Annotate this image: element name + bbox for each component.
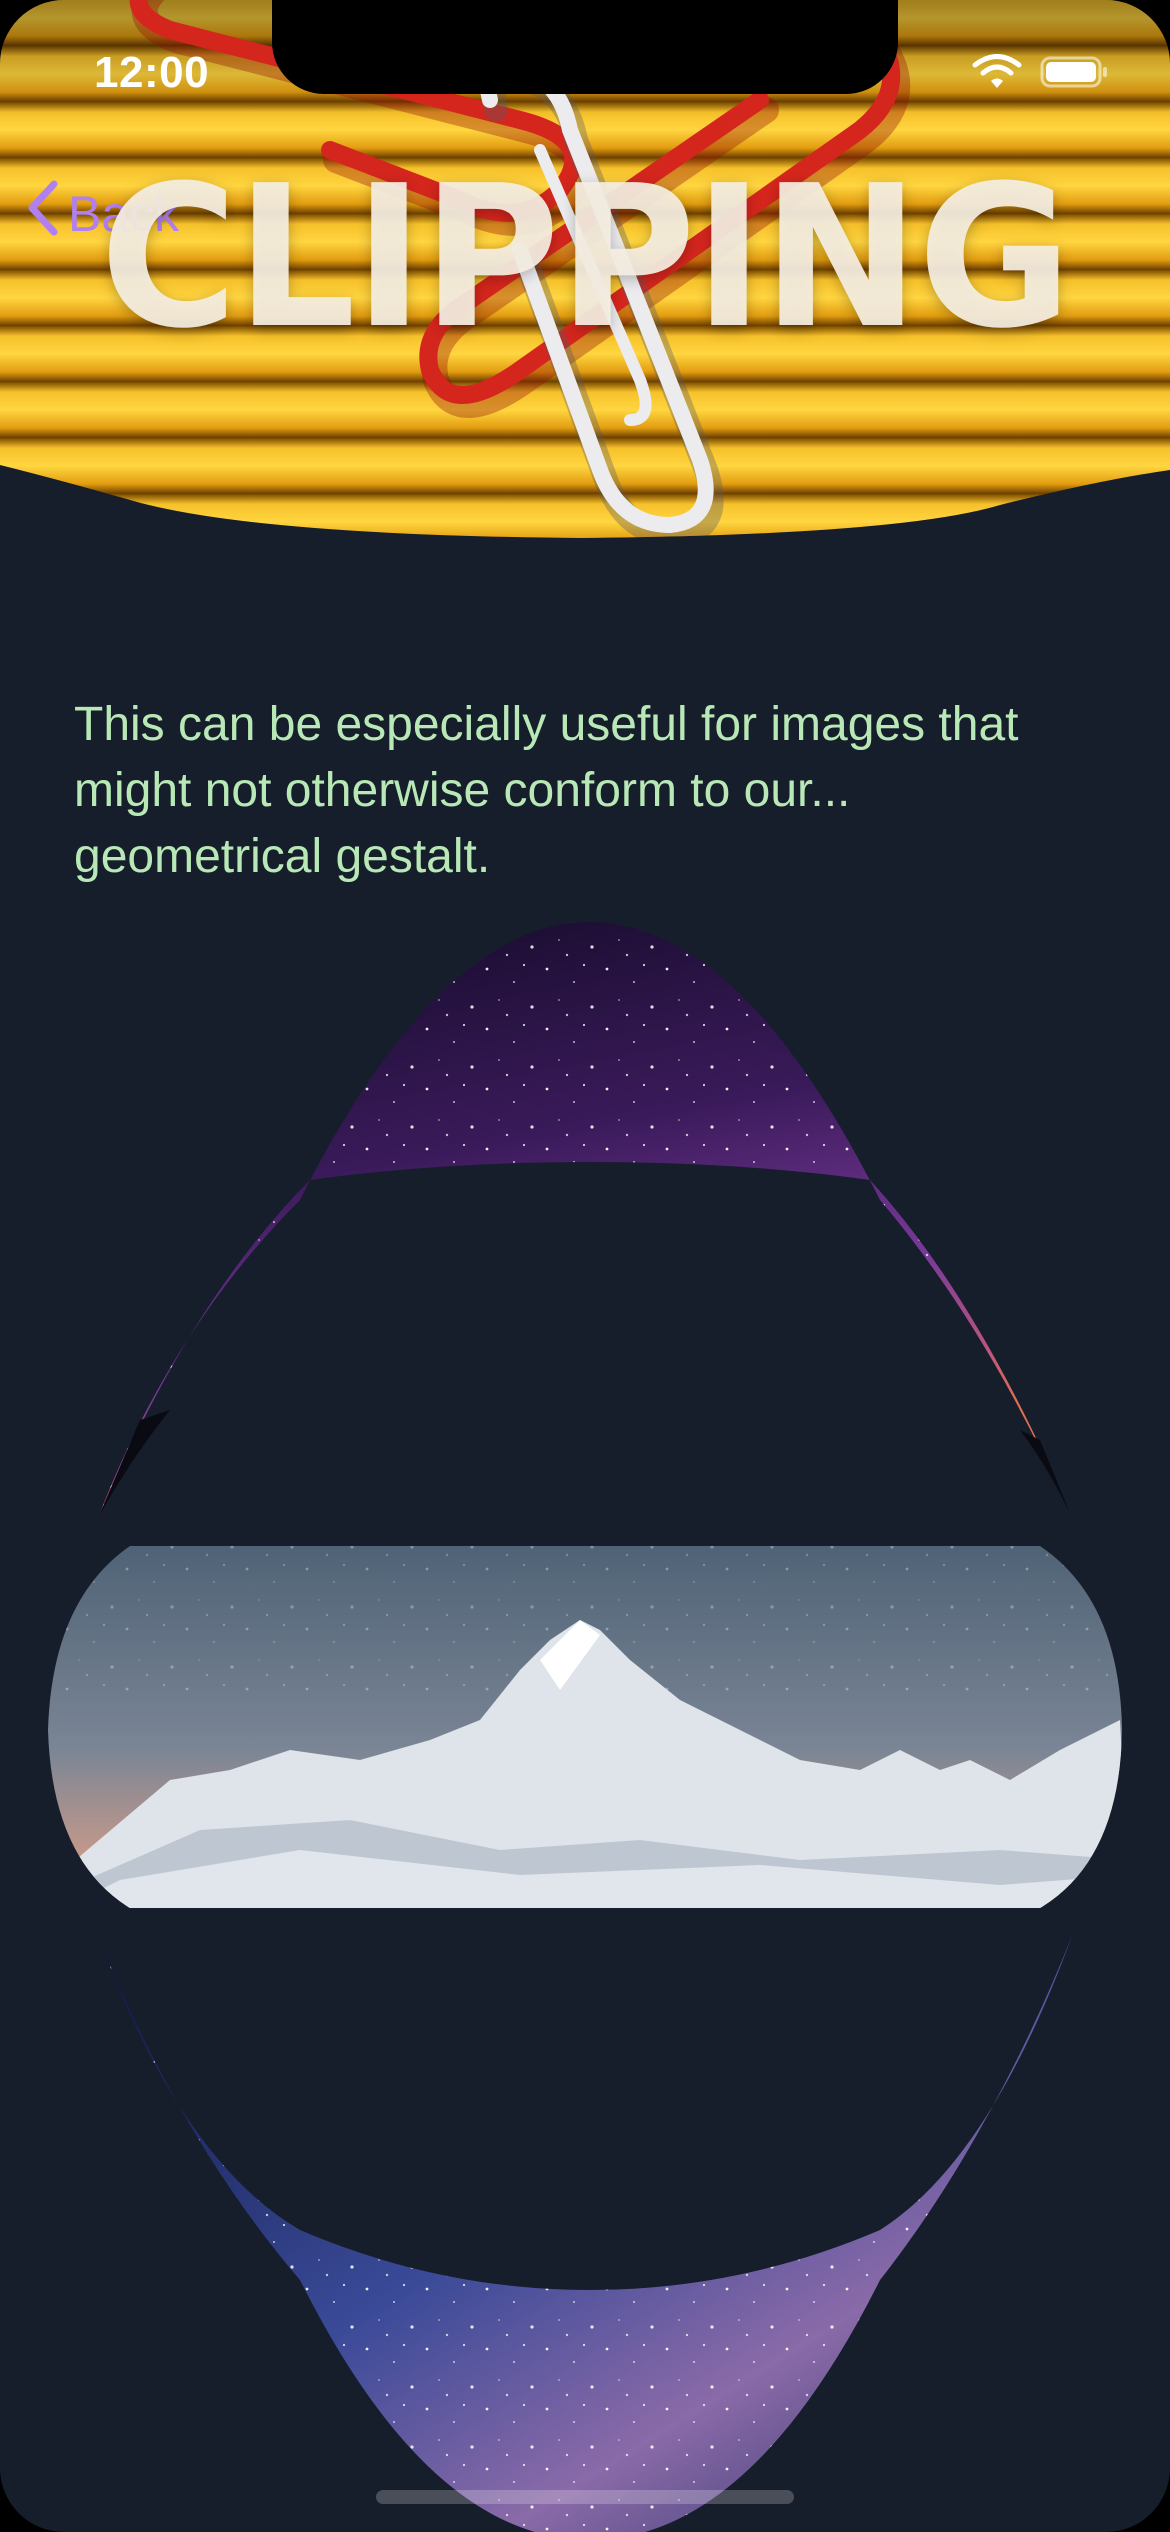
clipped-images <box>48 922 1122 2532</box>
page-title: CLIPPING <box>99 144 1072 372</box>
body-paragraph: This can be especially useful for images… <box>74 698 1019 883</box>
home-indicator[interactable] <box>376 2490 794 2504</box>
lens-mountain-image <box>48 1546 1122 1908</box>
status-icons <box>972 54 1110 95</box>
status-time: 12:00 <box>94 48 210 97</box>
app-screen: 12:00 Back CLIPPING This can be especial… <box>0 0 1170 2532</box>
device-notch <box>272 0 898 94</box>
wifi-icon <box>972 54 1022 95</box>
bowl-milky-way-image <box>98 1936 1072 2532</box>
arch-night-sky-image <box>98 922 1072 1518</box>
battery-icon <box>1040 55 1110 94</box>
